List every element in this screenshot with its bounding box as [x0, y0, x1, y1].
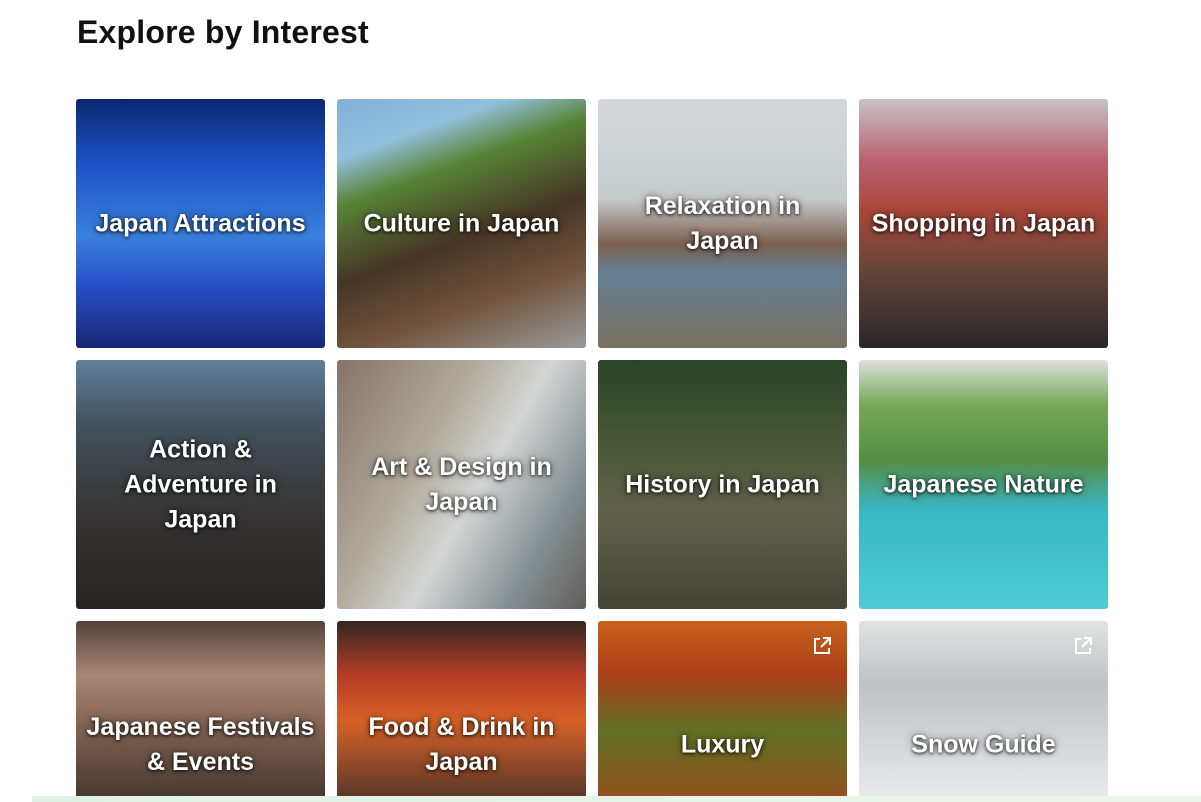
tile-label: Luxury	[680, 730, 765, 759]
external-link-icon	[814, 637, 831, 654]
tile-relaxation-in-japan[interactable]: Relaxation in Japan	[598, 99, 847, 348]
tile-culture-in-japan[interactable]: Culture in Japan	[337, 99, 586, 348]
tile-japanese-festivals-events[interactable]: Japanese Festivals & Events	[76, 621, 325, 802]
interest-grid: Japan Attractions Culture in Japan Relax…	[76, 99, 1108, 802]
tile-label: Shopping in Japan	[871, 209, 1096, 237]
tile-label: Culture in Japan	[363, 209, 560, 237]
tile-label: Japan Attractions	[95, 209, 306, 237]
tile-label: Action & Adventure in Japan	[124, 435, 277, 533]
tile-food-drink-in-japan[interactable]: Food & Drink in Japan	[337, 621, 586, 802]
external-link-icon	[1075, 637, 1092, 654]
tile-label: Snow Guide	[911, 730, 1056, 759]
tile-action-adventure-in-japan[interactable]: Action & Adventure in Japan	[76, 360, 325, 609]
tile-art-design-in-japan[interactable]: Art & Design in Japan	[337, 360, 586, 609]
tile-label: Food & Drink in Japan	[368, 713, 555, 776]
tile-label: Art & Design in Japan	[371, 452, 552, 516]
tile-japan-attractions[interactable]: Japan Attractions	[76, 99, 325, 348]
tile-label: Japanese Festivals & Events	[86, 713, 315, 776]
tile-label: Japanese Nature	[883, 470, 1084, 498]
tile-japanese-nature[interactable]: Japanese Nature	[859, 360, 1108, 609]
tile-shopping-in-japan[interactable]: Shopping in Japan	[859, 99, 1108, 348]
tile-label: History in Japan	[625, 470, 820, 498]
tile-history-in-japan[interactable]: History in Japan	[598, 360, 847, 609]
tile-luxury[interactable]: Luxury	[598, 621, 847, 802]
section-title: Explore by Interest	[77, 14, 369, 50]
tile-label: Relaxation in Japan	[644, 191, 801, 255]
bottom-strip	[32, 796, 1201, 802]
tile-snow-guide[interactable]: Snow Guide	[859, 621, 1108, 802]
